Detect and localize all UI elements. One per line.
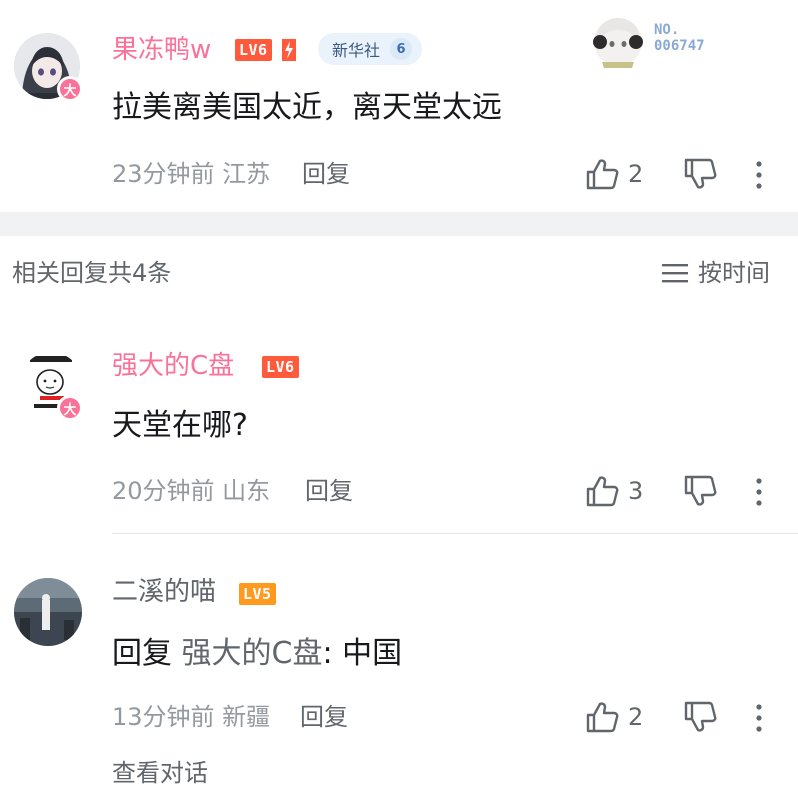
avatar-image [14,578,82,646]
sort-button[interactable]: 按时间 [662,258,770,288]
digital-card-icon [593,18,643,68]
like-icon[interactable] [585,701,619,733]
reply-button[interactable]: 回复 [300,702,348,732]
like-count: 3 [628,477,644,505]
comment-content: 拉美离美国太近，离天堂太远 [112,90,502,125]
comment-meta: 23分钟前 江苏 [112,160,271,188]
username[interactable]: 果冻鸭w [112,34,211,66]
comment-content: 回复 强大的C盘: 中国 [112,634,402,674]
card-number: NO. 006747 [654,22,705,54]
fan-badge-level: 6 [390,38,413,60]
avatar-badge: 大 [57,395,83,421]
more-icon[interactable] [754,477,764,507]
sort-label: 按时间 [698,259,770,287]
like-count: 2 [628,160,644,188]
like-count: 2 [628,703,644,731]
lightning-icon [282,39,296,61]
dislike-icon[interactable] [683,158,717,190]
fan-badge[interactable]: 新华社 6 [318,33,423,65]
level-badge: LV6 [262,356,299,378]
more-icon[interactable] [754,703,764,733]
like-icon[interactable] [585,475,619,507]
reply-prefix: 回复 [112,636,182,671]
fan-badge-name: 新华社 [332,41,381,60]
reply-text: : 中国 [322,636,403,671]
replies-count-title: 相关回复共4条 [12,259,172,287]
level-badge: LV5 [239,583,276,605]
comment-meta: 20分钟前 山东 [112,477,271,505]
dislike-icon[interactable] [683,701,717,733]
reply-target-username[interactable]: 强大的C盘 [182,636,323,671]
comment-content: 天堂在哪? [112,408,248,443]
username[interactable]: 二溪的喵 [112,576,216,608]
reply-button[interactable]: 回复 [305,476,353,506]
comment-meta: 13分钟前 新疆 [112,703,271,731]
view-conversation-link[interactable]: 查看对话 [112,758,208,788]
like-icon[interactable] [585,158,619,190]
section-separator [0,212,798,236]
sort-icon [662,264,688,283]
avatar[interactable] [14,578,82,646]
avatar-badge: 大 [57,76,83,102]
divider [112,533,798,534]
more-icon[interactable] [754,160,764,190]
level-badge: LV6 [235,39,272,61]
dislike-icon[interactable] [683,475,717,507]
card-number-label: NO. [654,22,680,38]
reply-button[interactable]: 回复 [302,159,350,189]
username[interactable]: 强大的C盘 [112,350,234,382]
card-number-value: 006747 [654,38,705,54]
